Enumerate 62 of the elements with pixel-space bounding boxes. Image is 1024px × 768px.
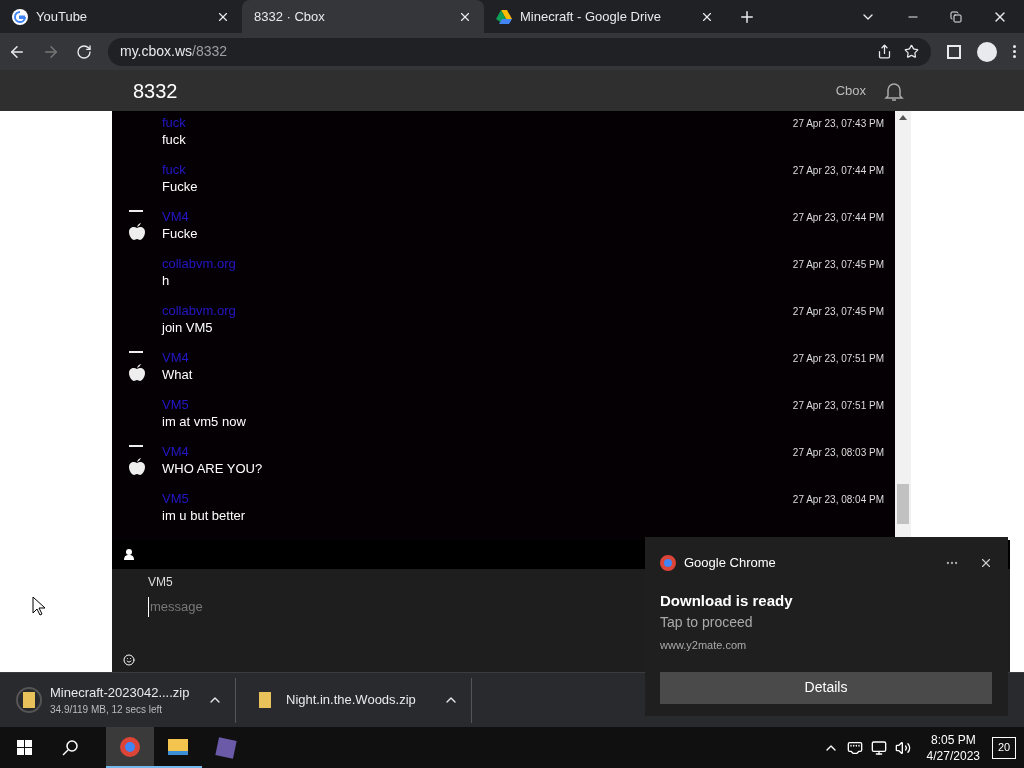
chrome-taskbar-icon[interactable] (106, 727, 154, 768)
message-text: join VM5 (162, 320, 214, 336)
file-name: Night.in.the.Woods.zip (286, 691, 417, 710)
browser-tab[interactable]: 8332 · Cbox (242, 0, 484, 33)
user-icon[interactable] (124, 549, 134, 560)
reload-icon[interactable] (76, 43, 92, 60)
google-icon (12, 8, 28, 25)
search-icon[interactable] (62, 738, 80, 757)
browser-tab[interactable]: Minecraft - Google Drive (484, 0, 726, 33)
message-time: 27 Apr 23, 07:51 PM (792, 352, 885, 366)
message-time: 27 Apr 23, 07:44 PM (792, 164, 885, 178)
volume-icon[interactable] (894, 739, 911, 756)
notification-count-badge[interactable]: 20 (992, 736, 1016, 759)
chrome-icon (660, 554, 676, 571)
message-time: 27 Apr 23, 07:51 PM (792, 399, 885, 413)
tab-title: 8332 · Cbox (254, 7, 326, 26)
file-name: Minecraft-2023042....zip (50, 683, 191, 702)
profile-icon[interactable] (977, 41, 997, 62)
message-text: WHO ARE YOU? (162, 461, 264, 477)
brand-link[interactable]: Cbox (835, 80, 866, 101)
side-panel-icon[interactable] (947, 44, 961, 59)
drive-icon (496, 9, 512, 24)
details-button[interactable]: Details (660, 671, 992, 704)
message-time: 27 Apr 23, 07:43 PM (792, 117, 885, 131)
message-text: fuck (162, 132, 187, 148)
address-field[interactable]: my.cbox.ws/8332 (108, 37, 931, 66)
download-status: 34.9/119 MB, 12 secs left (50, 703, 164, 718)
download-item[interactable]: Night.in.the.Woods.zip (236, 677, 472, 723)
page-title: 8332 (133, 78, 178, 104)
browser-tab[interactable]: YouTube (0, 0, 242, 33)
message-time: 27 Apr 23, 08:04 PM (792, 493, 885, 507)
message-text: Fucke (162, 179, 199, 195)
menu-icon[interactable] (1013, 45, 1016, 58)
notification-subtitle: Tap to proceed (660, 613, 754, 632)
message-time: 27 Apr 23, 07:45 PM (792, 305, 885, 319)
message-text: What (162, 367, 194, 383)
tab-title: YouTube (36, 7, 89, 26)
app-name: Google Chrome (684, 554, 777, 572)
monitor-icon[interactable] (870, 739, 887, 756)
message-time: 27 Apr 23, 07:45 PM (792, 258, 885, 272)
download-item[interactable]: Minecraft-2023042....zip 34.9/119 MB, 12 secs left (0, 677, 236, 723)
cursor-icon (32, 596, 46, 616)
message-time: 27 Apr 23, 08:03 PM (792, 446, 885, 460)
restore-icon[interactable] (950, 10, 962, 23)
message-text: im u but better (162, 508, 247, 524)
message-text: h (162, 273, 171, 289)
notification-title: Download is ready (660, 590, 794, 611)
clock[interactable]: 8:05 PM 4/27/2023 (914, 731, 992, 764)
network-icon[interactable] (846, 739, 863, 756)
message-time: 27 Apr 23, 07:44 PM (792, 211, 885, 225)
scrollbar[interactable] (895, 111, 911, 540)
share-icon[interactable] (877, 44, 892, 59)
scrollbar-thumb[interactable] (897, 484, 909, 524)
message-field[interactable]: message (148, 597, 548, 617)
composer-username: VM5 (147, 574, 174, 591)
star-icon[interactable] (904, 44, 919, 59)
notification-source: www.y2mate.com (660, 638, 748, 653)
tab-title: Minecraft - Google Drive (520, 7, 662, 26)
message-text: Fucke (162, 226, 199, 242)
emoji-icon[interactable] (123, 654, 135, 666)
message-text: im at vm5 now (162, 414, 247, 430)
scroll-up-icon[interactable] (899, 115, 907, 120)
